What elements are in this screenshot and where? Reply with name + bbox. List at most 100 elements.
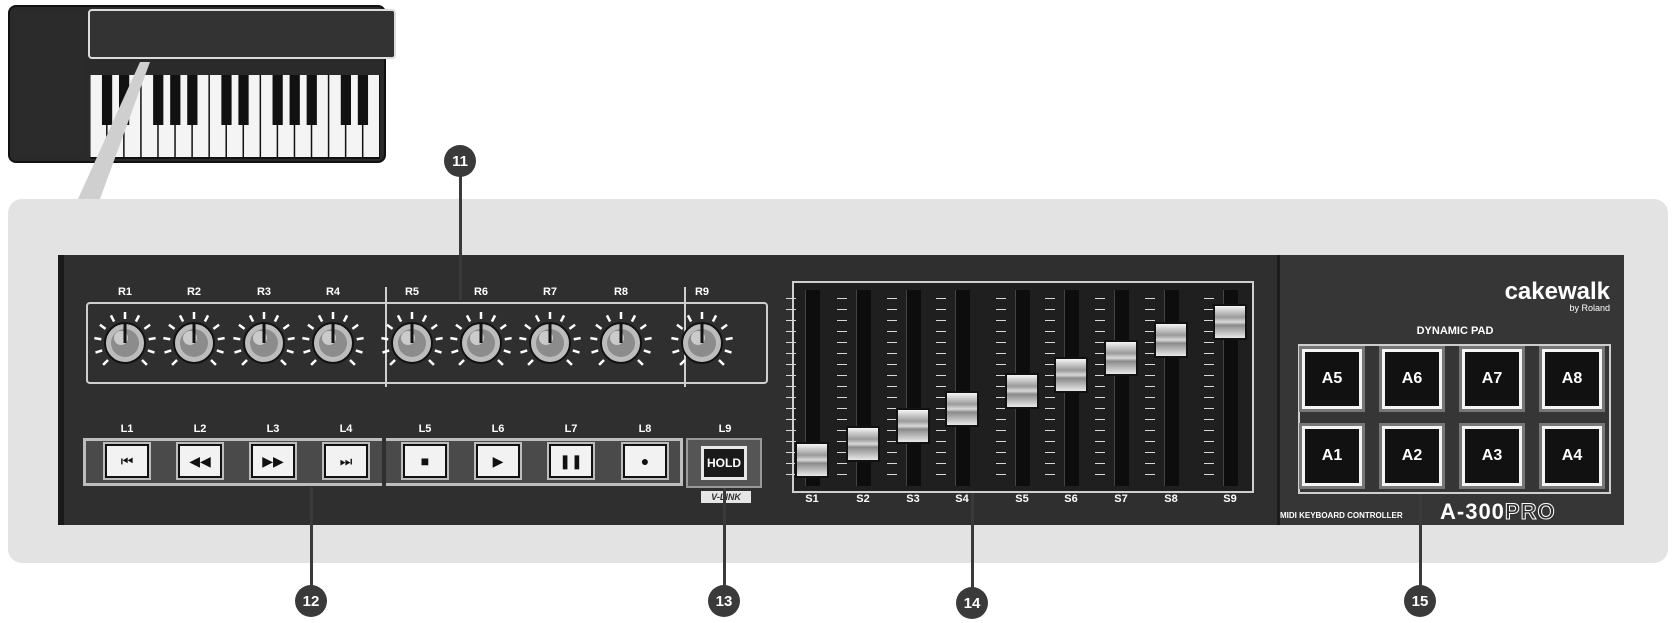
fader-s8[interactable] (1154, 322, 1188, 358)
brand-sub: by Roland (1569, 303, 1610, 313)
pad-a1[interactable]: A1 (1302, 426, 1362, 486)
knob-graphic (381, 312, 443, 366)
model-name: A-300PRO (1440, 499, 1620, 525)
knob-label-r6: R6 (473, 286, 489, 298)
pad-a8[interactable]: A8 (1542, 349, 1602, 409)
button-label-l2: L2 (193, 423, 207, 435)
stop-icon: ■ (420, 453, 430, 469)
fader-label-s5: S5 (1015, 493, 1029, 505)
fader-scale (887, 298, 897, 478)
fader-s1[interactable] (795, 442, 829, 478)
button-label-l3: L3 (266, 423, 280, 435)
knob-r1[interactable] (93, 311, 157, 375)
fader-label-s8: S8 (1164, 493, 1178, 505)
callout-line (459, 174, 462, 300)
dynamic-pad-title: DYNAMIC PAD (1416, 325, 1494, 337)
rewind-icon: ◀◀ (189, 452, 211, 469)
fader-label-s7: S7 (1114, 493, 1128, 505)
button-label-l8: L8 (638, 423, 652, 435)
knob-graphic (233, 312, 295, 366)
fader-s9[interactable] (1213, 304, 1247, 341)
knob-label-r8: R8 (613, 286, 629, 298)
fader-label-s1: S1 (805, 493, 819, 505)
fader-track (1114, 290, 1129, 486)
hold-button[interactable]: HOLD (701, 446, 747, 480)
callout-line (971, 493, 974, 588)
fader-s4[interactable] (945, 390, 979, 427)
pad-a7[interactable]: A7 (1462, 349, 1522, 409)
model-name-suffix: PRO (1504, 499, 1556, 525)
fader-label-s2: S2 (856, 493, 870, 505)
knob-label-r5: R5 (404, 286, 420, 298)
pad-a2[interactable]: A2 (1382, 426, 1442, 486)
knob-r4[interactable] (301, 311, 365, 375)
transport-button-l8[interactable]: ● (623, 444, 667, 478)
callout-line (1419, 494, 1422, 587)
brand-logo: cakewalk (1504, 278, 1610, 305)
fader-track (1164, 290, 1179, 486)
fader-track (906, 290, 921, 486)
play-icon: ▶ (492, 452, 504, 469)
knob-label-r9: R9 (694, 286, 710, 298)
fader-label-s6: S6 (1064, 493, 1078, 505)
button-label-l1: L1 (120, 423, 134, 435)
knob-r2[interactable] (162, 311, 226, 375)
button-label-l9: L9 (718, 423, 732, 435)
callout-15: 15 (1404, 585, 1436, 617)
knob-graphic (94, 312, 156, 366)
knob-r6[interactable] (449, 311, 513, 375)
fader-s5[interactable] (1005, 373, 1039, 410)
fader-scale (1095, 298, 1105, 478)
callout-14: 14 (956, 587, 988, 619)
transport-button-l7[interactable]: ❚❚ (549, 444, 593, 478)
button-divider (382, 438, 386, 486)
pad-a3[interactable]: A3 (1462, 426, 1522, 486)
callout-line (310, 487, 313, 587)
record-icon: ● (640, 453, 650, 469)
pause-icon: ❚❚ (559, 452, 583, 469)
transport-button-l1[interactable]: ⏮ (105, 444, 149, 478)
button-label-l6: L6 (491, 423, 505, 435)
fader-label-s3: S3 (906, 493, 920, 505)
fader-s2[interactable] (846, 426, 880, 462)
fader-track (955, 290, 970, 486)
knob-label-r4: R4 (325, 286, 341, 298)
fader-label-s4: S4 (955, 493, 969, 505)
knob-r8[interactable] (589, 311, 653, 375)
fader-s7[interactable] (1104, 339, 1138, 376)
fader-s3[interactable] (896, 408, 930, 445)
vlink-label: V-LINK (701, 491, 751, 503)
knob-graphic (519, 312, 581, 366)
knob-r3[interactable] (232, 311, 296, 375)
model-name-main: A-300 (1440, 499, 1505, 524)
button-label-l5: L5 (418, 423, 432, 435)
knob-label-r2: R2 (186, 286, 202, 298)
transport-button-l2[interactable]: ◀◀ (178, 444, 222, 478)
knob-graphic (590, 312, 652, 366)
knob-graphic (302, 312, 364, 366)
callout-line (723, 488, 726, 587)
next-icon: ⏭ (339, 452, 353, 469)
knob-graphic (163, 312, 225, 366)
fast-forward-icon: ▶▶ (262, 452, 284, 469)
fader-s6[interactable] (1054, 357, 1088, 394)
pad-a6[interactable]: A6 (1382, 349, 1442, 409)
knob-label-r3: R3 (256, 286, 272, 298)
knob-label-r7: R7 (542, 286, 558, 298)
fader-label-s9: S9 (1223, 493, 1237, 505)
transport-button-l3[interactable]: ▶▶ (251, 444, 295, 478)
transport-button-l5[interactable]: ■ (403, 444, 447, 478)
model-caption: MIDI KEYBOARD CONTROLLER (1280, 511, 1403, 520)
knob-r5[interactable] (380, 311, 444, 375)
transport-button-l6[interactable]: ▶ (476, 444, 520, 478)
callout-11: 11 (444, 145, 476, 177)
button-label-l7: L7 (564, 423, 578, 435)
previous-icon: ⏮ (120, 452, 134, 469)
knob-r9[interactable] (670, 311, 734, 375)
knob-r7[interactable] (518, 311, 582, 375)
pad-a5[interactable]: A5 (1302, 349, 1362, 409)
button-label-l4: L4 (339, 423, 353, 435)
transport-button-l4[interactable]: ⏭ (324, 444, 368, 478)
knob-graphic (450, 312, 512, 366)
pad-a4[interactable]: A4 (1542, 426, 1602, 486)
